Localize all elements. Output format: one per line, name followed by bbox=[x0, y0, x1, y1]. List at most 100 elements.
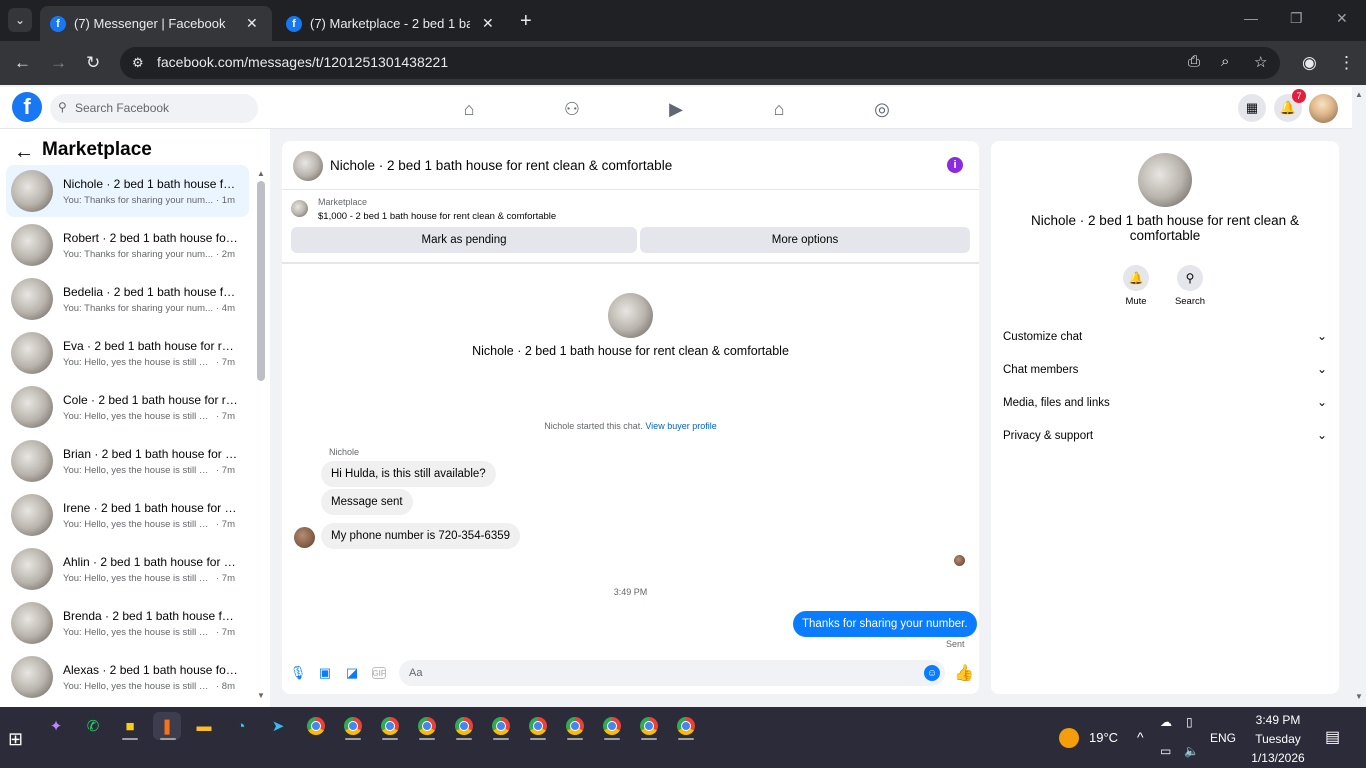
new-tab-button[interactable]: + bbox=[520, 10, 532, 33]
back-arrow-icon[interactable]: ← bbox=[14, 141, 34, 164]
chrome-icon[interactable] bbox=[529, 717, 547, 735]
tab-messenger[interactable]: f (7) Messenger | Facebook ✕ bbox=[40, 6, 272, 41]
install-app-icon[interactable]: ⎙ bbox=[1188, 53, 1200, 70]
friends-icon[interactable]: ⚇ bbox=[560, 97, 584, 121]
chrome-icon[interactable] bbox=[640, 717, 658, 735]
mark-as-pending-button[interactable]: Mark as pending bbox=[291, 227, 637, 253]
chrome-icon[interactable] bbox=[455, 717, 473, 735]
site-settings-icon[interactable]: ⚙ bbox=[132, 55, 144, 71]
more-options-button[interactable]: More options bbox=[640, 227, 970, 253]
bookmark-star-icon[interactable]: ☆ bbox=[1254, 53, 1267, 71]
conversation-item[interactable]: Cole · 2 bed 1 bath house for rent clean… bbox=[6, 381, 249, 433]
chrome-icon[interactable] bbox=[418, 717, 436, 735]
sidebar-scrollbar[interactable] bbox=[257, 181, 265, 381]
file-explorer-icon[interactable]: ▬ bbox=[190, 712, 218, 740]
onedrive-cloud-icon[interactable]: ☁ bbox=[1160, 715, 1172, 729]
conversation-item[interactable]: Nichole · 2 bed 1 bath house for rent cl… bbox=[6, 165, 249, 217]
customize-chat-section[interactable]: Customize chat ⌄ bbox=[1003, 327, 1327, 349]
address-bar[interactable]: ⚙ facebook.com/messages/t/12012513014382… bbox=[120, 47, 1280, 79]
sticky-notes-icon[interactable]: ■ bbox=[116, 712, 144, 740]
windows-start-icon[interactable]: ⊞ bbox=[8, 729, 23, 750]
page-scroll-up-arrow[interactable]: ▲ bbox=[1355, 90, 1363, 99]
conversation-item[interactable]: Irene · 2 bed 1 bath house for rent clea… bbox=[6, 489, 249, 541]
facebook-logo[interactable]: f bbox=[12, 92, 42, 122]
device-icon[interactable]: ▯ bbox=[1186, 715, 1193, 729]
network-icon[interactable]: ▭ bbox=[1160, 744, 1171, 758]
search-icon[interactable]: ⚲ bbox=[1177, 265, 1203, 291]
input-language[interactable]: ENG bbox=[1210, 731, 1236, 745]
zoom-icon[interactable]: ⌕ bbox=[1221, 53, 1229, 70]
emoji-icon[interactable]: ☺ bbox=[924, 665, 940, 681]
notification-center-icon[interactable]: ▤ bbox=[1325, 727, 1340, 747]
chat-header-name[interactable]: Nichole · 2 bed 1 bath house for rent cl… bbox=[330, 158, 672, 173]
photo-icon[interactable]: ▣ bbox=[317, 665, 333, 681]
gaming-icon[interactable]: ◎ bbox=[870, 97, 894, 121]
chrome-icon[interactable] bbox=[566, 717, 584, 735]
chrome-icon[interactable] bbox=[381, 717, 399, 735]
mute-bell-icon[interactable]: 🔔 bbox=[1123, 265, 1149, 291]
incoming-message[interactable]: Message sent bbox=[321, 489, 413, 515]
weather-temperature[interactable]: 19°C bbox=[1089, 730, 1118, 745]
edge-icon[interactable]: ◔ bbox=[227, 712, 255, 740]
menu-kebab-icon[interactable]: ⋮ bbox=[1338, 53, 1355, 73]
forward-icon[interactable]: → bbox=[50, 53, 67, 73]
thumbs-up-icon[interactable]: 👍 bbox=[954, 663, 974, 683]
copilot-icon[interactable]: ✦ bbox=[42, 712, 70, 740]
incoming-message[interactable]: Hi Hulda, is this still available? bbox=[321, 461, 496, 487]
chrome-icon[interactable] bbox=[492, 717, 510, 735]
conversation-item[interactable]: Bedelia · 2 bed 1 bath house for rent cl… bbox=[6, 273, 249, 325]
page-scroll-down-arrow[interactable]: ▼ bbox=[1355, 692, 1363, 701]
chrome-icon[interactable] bbox=[677, 717, 695, 735]
conversation-item[interactable]: Eva · 2 bed 1 bath house for rent clean … bbox=[6, 327, 249, 379]
volume-icon[interactable]: 🔈 bbox=[1184, 744, 1199, 758]
conversation-item[interactable]: Robert · 2 bed 1 bath house for rent cle… bbox=[6, 219, 249, 271]
microphone-icon[interactable]: 🎙 bbox=[290, 665, 307, 681]
outgoing-message[interactable]: Thanks for sharing your number. bbox=[793, 611, 977, 637]
conversation-item[interactable]: Brenda · 2 bed 1 bath house for rent cle… bbox=[6, 597, 249, 649]
chrome-icon[interactable] bbox=[603, 717, 621, 735]
chat-members-section[interactable]: Chat members ⌄ bbox=[1003, 360, 1327, 382]
gif-icon[interactable]: GIF bbox=[372, 667, 386, 679]
incoming-message[interactable]: My phone number is 720-354-6359 bbox=[321, 523, 521, 549]
tab-marketplace[interactable]: f (7) Marketplace - 2 bed 1 bath ✕ bbox=[276, 6, 508, 41]
back-icon[interactable]: ← bbox=[14, 53, 31, 73]
account-avatar[interactable] bbox=[1309, 94, 1338, 123]
conversation-item[interactable]: Brian · 2 bed 1 bath house for rent clea… bbox=[6, 435, 249, 487]
scroll-down-arrow[interactable]: ▼ bbox=[257, 691, 265, 700]
whatsapp-icon[interactable]: ✆ bbox=[79, 712, 107, 740]
system-clock[interactable]: 3:49 PM Tuesday 1/13/2026 bbox=[1250, 711, 1306, 768]
close-window-button[interactable]: ✕ bbox=[1336, 10, 1348, 27]
profile-icon[interactable]: ◉ bbox=[1302, 53, 1317, 73]
telegram-icon[interactable]: ➤ bbox=[264, 712, 292, 740]
show-hidden-icons-chevron-icon[interactable]: ^ bbox=[1137, 729, 1144, 745]
listing-title[interactable]: $1,000 - 2 bed 1 bath house for rent cle… bbox=[318, 211, 556, 222]
weather-sun-icon[interactable] bbox=[1059, 728, 1079, 748]
home-icon[interactable]: ⌂ bbox=[457, 97, 481, 121]
view-buyer-profile-link[interactable]: View buyer profile bbox=[645, 421, 716, 431]
sticker-icon[interactable]: ◪ bbox=[344, 665, 360, 681]
message-input[interactable]: Aa ☺ bbox=[399, 660, 945, 686]
minimize-button[interactable]: — bbox=[1244, 10, 1258, 26]
chrome-icon[interactable] bbox=[344, 717, 362, 735]
reload-icon[interactable]: ↻ bbox=[86, 53, 100, 73]
watch-icon[interactable]: ▶ bbox=[664, 97, 688, 121]
scroll-up-arrow[interactable]: ▲ bbox=[257, 169, 265, 178]
sender-avatar[interactable] bbox=[294, 527, 315, 548]
listing-thumbnail[interactable] bbox=[291, 200, 308, 217]
privacy-support-section[interactable]: Privacy & support ⌄ bbox=[1003, 426, 1327, 448]
menu-grid-icon[interactable]: ▦ bbox=[1238, 94, 1266, 122]
media-files-links-section[interactable]: Media, files and links ⌄ bbox=[1003, 393, 1327, 415]
conversation-item[interactable]: Alexas · 2 bed 1 bath house for rent cle… bbox=[6, 651, 249, 703]
info-icon[interactable]: i bbox=[947, 157, 963, 173]
conversation-item[interactable]: Ahlin · 2 bed 1 bath house for rent clea… bbox=[6, 543, 249, 595]
tab-search-button[interactable]: ⌄ bbox=[8, 8, 32, 32]
chrome-icon[interactable] bbox=[307, 717, 325, 735]
chat-header-avatar[interactable] bbox=[293, 151, 323, 181]
app-icon[interactable]: ❚ bbox=[153, 712, 181, 740]
details-avatar[interactable] bbox=[1138, 153, 1192, 207]
search-input[interactable]: ⚲ Search Facebook bbox=[50, 94, 258, 123]
close-tab-icon[interactable]: ✕ bbox=[246, 15, 258, 32]
close-tab-icon[interactable]: ✕ bbox=[482, 15, 494, 32]
marketplace-icon[interactable]: ⌂ bbox=[767, 97, 791, 121]
maximize-button[interactable]: ❐ bbox=[1290, 10, 1303, 27]
